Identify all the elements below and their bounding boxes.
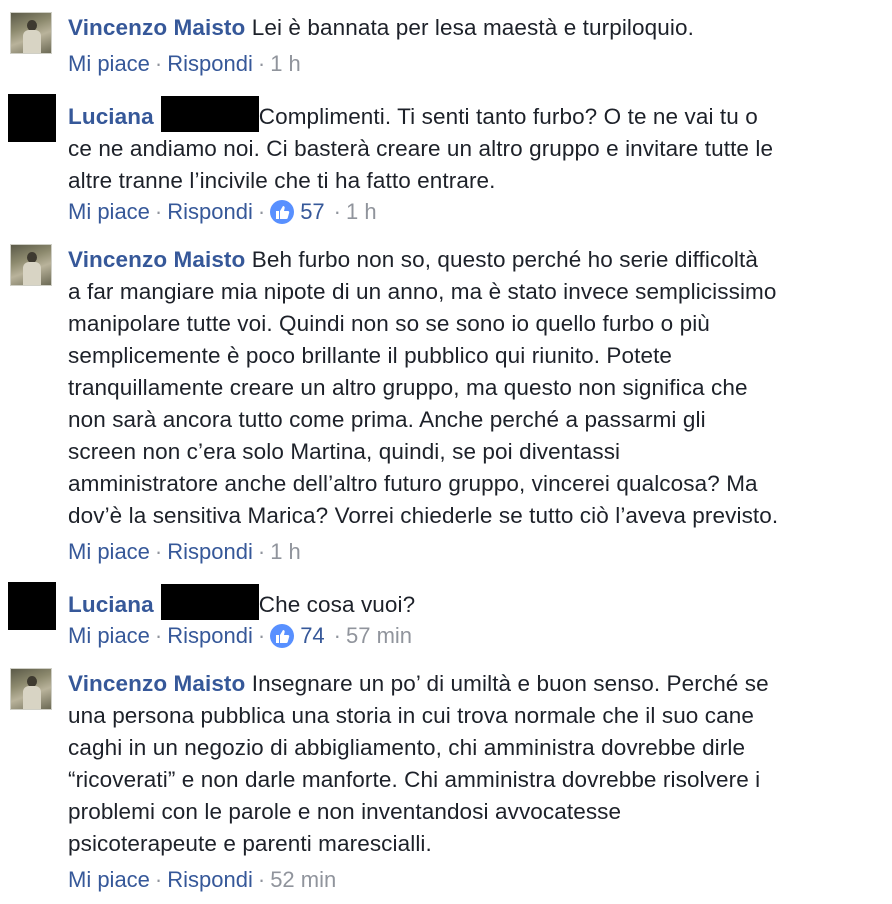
comment-line: Luciana Complimenti. Ti senti tanto furbo…: [68, 96, 878, 133]
comment-actions: Mi piace · Rispondi · 52 min: [68, 865, 336, 895]
comment-line: Vincenzo Maisto Lei è bannata per lesa m…: [68, 12, 878, 44]
comment-timestamp[interactable]: 52 min: [270, 865, 336, 895]
reply-button[interactable]: Rispondi: [167, 49, 253, 79]
comment-timestamp[interactable]: 1 h: [346, 197, 377, 227]
comment-timestamp[interactable]: 57 min: [346, 621, 412, 651]
comment-text: Insegnare un po’ di umiltà e buon senso.…: [251, 671, 769, 696]
reply-button[interactable]: Rispondi: [167, 537, 253, 567]
comment-timestamp[interactable]: 1 h: [270, 537, 301, 567]
redaction-box: [160, 96, 259, 132]
comment-author[interactable]: Vincenzo Maisto: [68, 671, 245, 696]
comment-line: una persona pubblica una storia in cui t…: [68, 703, 754, 728]
avatar-body: [23, 262, 41, 285]
comment-line: altre tranne l’incivile che ti ha fatto …: [68, 168, 496, 193]
comment-author[interactable]: Vincenzo Maisto: [68, 15, 245, 40]
like-button[interactable]: Mi piace: [68, 865, 150, 895]
comment-line: semplicemente è poco brillante il pubbli…: [68, 343, 673, 368]
comment-line: screen non c’era solo Martina, quindi, s…: [68, 439, 621, 464]
comment-timestamp[interactable]: 1 h: [270, 49, 301, 79]
avatar[interactable]: [8, 94, 56, 142]
comment-actions: Mi piace · Rispondi · 1 h: [68, 537, 301, 567]
separator: ·: [154, 199, 163, 224]
comment-actions: Mi piace · Rispondi · 57 · 1 h: [68, 197, 377, 227]
comment-author[interactable]: Luciana: [68, 592, 154, 617]
comment-line: Luciana Che cosa vuoi?: [68, 584, 878, 621]
comment-body: Luciana Complimenti. Ti senti tanto furbo…: [68, 96, 878, 197]
comment-text: Che cosa vuoi?: [258, 592, 416, 617]
reaction-count: 74: [300, 623, 325, 648]
separator: ·: [154, 539, 163, 564]
reply-button[interactable]: Rispondi: [167, 197, 253, 227]
comment-actions: Mi piace · Rispondi · 74 · 57 min: [68, 621, 412, 651]
comment-body: Vincenzo Maisto Lei è bannata per lesa m…: [68, 12, 878, 44]
separator: ·: [257, 51, 266, 76]
comment-body: Luciana Che cosa vuoi?: [68, 584, 878, 621]
reaction-count: 57: [300, 199, 325, 224]
reaction-summary[interactable]: 57: [270, 197, 325, 227]
thumbs-up-icon: [270, 624, 295, 648]
comment-line: psicoterapeute e parenti marescialli.: [68, 831, 432, 856]
comment-line: a far mangiare mia nipote di un anno, ma…: [68, 279, 777, 304]
reply-button[interactable]: Rispondi: [167, 865, 253, 895]
separator: ·: [154, 867, 163, 892]
comment-author[interactable]: Luciana: [68, 104, 154, 129]
comment-actions: Mi piace · Rispondi · 1 h: [68, 49, 301, 79]
comment-line: Vincenzo Maisto Insegnare un po’ di umil…: [68, 668, 878, 700]
comment-line: tranquillamente creare un altro gruppo, …: [68, 375, 748, 400]
separator: ·: [257, 867, 266, 892]
comment-line: problemi con le parole e non inventandos…: [68, 799, 622, 824]
comment-text: Complimenti. Ti senti tanto furbo? O te …: [258, 104, 758, 129]
reaction-summary[interactable]: 74: [270, 621, 325, 651]
separator: ·: [257, 539, 266, 564]
avatar[interactable]: [10, 12, 52, 54]
comment-body: Vincenzo Maisto Beh furbo non so, questo…: [68, 244, 878, 532]
like-button[interactable]: Mi piace: [68, 197, 150, 227]
comment-line: Vincenzo Maisto Beh furbo non so, questo…: [68, 244, 878, 276]
separator: ·: [333, 199, 341, 224]
comment-body: Vincenzo Maisto Insegnare un po’ di umil…: [68, 668, 878, 860]
separator: ·: [154, 623, 163, 648]
avatar-body: [23, 30, 41, 53]
reply-button[interactable]: Rispondi: [167, 621, 253, 651]
comment-line: caghi in un negozio di abbigliamento, ch…: [68, 735, 746, 760]
avatar[interactable]: [10, 668, 52, 710]
avatar[interactable]: [10, 244, 52, 286]
thumbs-up-icon: [270, 200, 295, 224]
comment-line: ce ne andiamo noi. Ci basterà creare un …: [68, 136, 774, 161]
avatar-body: [23, 686, 41, 709]
separator: ·: [154, 51, 163, 76]
separator: ·: [257, 199, 266, 224]
like-button[interactable]: Mi piace: [68, 49, 150, 79]
comment-text: Lei è bannata per lesa maestà e turpiloq…: [251, 15, 694, 40]
comment-line: “ricoverati” e non darle manforte. Chi a…: [68, 767, 761, 792]
comment-author[interactable]: Vincenzo Maisto: [68, 247, 245, 272]
avatar[interactable]: [8, 582, 56, 630]
like-button[interactable]: Mi piace: [68, 537, 150, 567]
comment-line: dov’è la sensitiva Marica? Vorrei chiede…: [68, 503, 779, 528]
comment-thread: Vincenzo Maisto Lei è bannata per lesa m…: [0, 0, 892, 904]
comment-text: Beh furbo non so, questo perché ho serie…: [251, 247, 758, 272]
separator: ·: [257, 623, 266, 648]
like-button[interactable]: Mi piace: [68, 621, 150, 651]
redaction-box: [160, 584, 259, 620]
comment-line: non sarà ancora tutto come prima. Anche …: [68, 407, 706, 432]
separator: ·: [333, 623, 341, 648]
comment-line: amministratore anche dell’altro futuro g…: [68, 471, 758, 496]
comment-line: manipolare tutte voi. Quindi non so se s…: [68, 311, 710, 336]
